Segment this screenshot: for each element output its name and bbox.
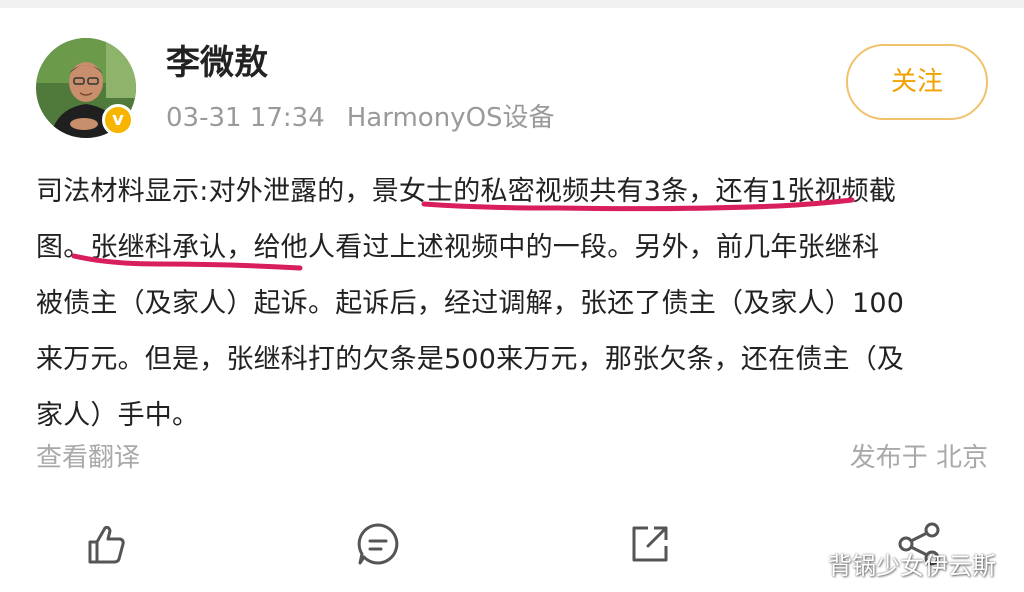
verified-badge-icon: v [102,104,134,136]
post-body: 司法材料显示:对外泄露的，景女士的私密视频共有3条，还有1张视频截 图。张继科承… [36,164,996,444]
post-device: HarmonyOS设备 [346,103,555,133]
follow-button[interactable]: 关注 [846,44,988,120]
post-body-line: 被债主（及家人）起诉。起诉后，经过调解，张还了债主（及家人）100 [36,288,905,319]
thumbs-up-icon [88,525,125,564]
weibo-watermark: 背锅少女伊云斯 [792,548,996,584]
top-separator [0,0,1024,8]
comment-icon [357,523,399,565]
watermark-text: 背锅少女伊云斯 [828,552,996,580]
post-body-line: 司法材料显示:对外泄露的，景女士的私密视频共有3条，还有1张视频截 [36,176,897,207]
repost-icon [632,526,668,562]
like-button[interactable] [82,520,130,568]
post-time: 03-31 17:34 [166,103,325,133]
post-meta: 03-31 17:34 HarmonyOS设备 [166,100,555,136]
post-body-line: 来万元。但是，张继科打的欠条是500来万元，那张欠条，还在债主（及 [36,344,905,375]
author-name[interactable]: 李微敖 [166,40,268,86]
comment-button[interactable] [354,520,402,568]
post-location: 发布于 北京 [849,443,988,473]
weibo-logo-icon [792,555,825,581]
post-body-line: 家人）手中。 [36,400,200,431]
repost-button[interactable] [626,520,674,568]
post-body-line: 图。张继科承认，给他人看过上述视频中的一段。另外，前几年张继科 [36,232,880,263]
view-translation-link[interactable]: 查看翻译 [36,440,140,476]
